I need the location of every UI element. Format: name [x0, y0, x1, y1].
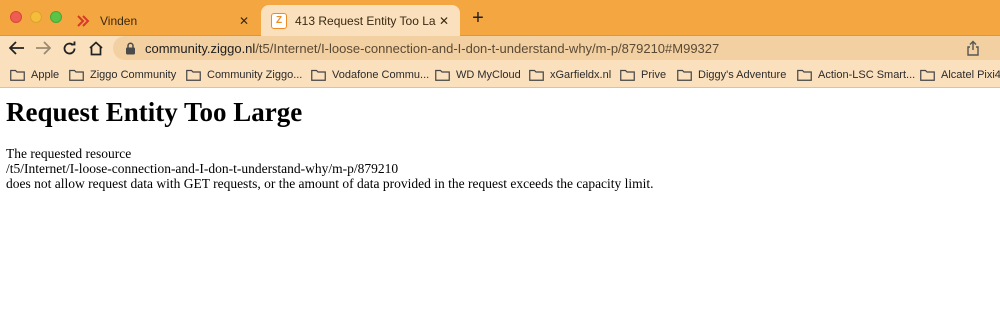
bookmark-label: Vodafone Commu...	[332, 69, 430, 81]
folder-icon	[435, 69, 450, 81]
tab-strip: Vinden ✕ Z 413 Request Entity Too Large …	[0, 0, 1000, 36]
bookmark-ziggo-community[interactable]: Ziggo Community	[69, 66, 176, 84]
toolbar: community.ziggo.nl/t5/Internet/I-loose-c…	[0, 36, 1000, 62]
ziggo-z-icon: Z	[271, 12, 287, 29]
bookmark-prive[interactable]: Prive	[620, 66, 666, 84]
bookmark-label: Prive	[641, 69, 667, 81]
bookmark-community-ziggo[interactable]: Community Ziggo...	[186, 66, 302, 84]
reload-icon[interactable]	[58, 37, 80, 59]
bookmark-xgarfieldx[interactable]: xGarfieldx.nl	[529, 66, 611, 84]
bookmark-label: Action-LSC Smart...	[818, 69, 916, 81]
error-message: The requested resource /t5/Internet/I-lo…	[6, 146, 996, 191]
close-icon[interactable]: ✕	[436, 13, 452, 29]
folder-icon	[529, 69, 544, 81]
url-domain: community.ziggo.nl	[145, 40, 256, 56]
error-resource-path: /t5/Internet/I-loose-connection-and-I-do…	[6, 161, 399, 176]
window-maximize-button[interactable]	[50, 11, 62, 23]
folder-icon	[620, 69, 635, 81]
bookmark-wd-mycloud[interactable]: WD MyCloud	[435, 66, 521, 84]
bookmark-label: Ziggo Community	[90, 69, 177, 81]
address-bar[interactable]: community.ziggo.nl/t5/Internet/I-loose-c…	[113, 36, 1000, 60]
bookmark-apple[interactable]: Apple	[10, 66, 59, 84]
window-minimize-button[interactable]	[30, 11, 42, 23]
folder-icon	[797, 69, 812, 81]
bookmark-label: Alcatel Pixi4	[941, 69, 1000, 81]
bookmark-label: Community Ziggo...	[207, 69, 303, 81]
new-tab-plus-icon[interactable]: +	[468, 8, 488, 28]
bookmark-label: Apple	[31, 69, 60, 81]
folder-icon	[677, 69, 692, 81]
bookmark-action-lsc-smart[interactable]: Action-LSC Smart...	[797, 66, 915, 84]
error-line-3: does not allow request data with GET req…	[6, 176, 654, 191]
home-icon[interactable]	[85, 37, 107, 59]
tab-413-error[interactable]: Z 413 Request Entity Too Large ✕	[261, 5, 460, 36]
folder-icon	[311, 69, 326, 81]
share-icon[interactable]	[966, 40, 982, 56]
page-title: Request Entity Too Large	[6, 97, 303, 127]
close-icon[interactable]: ✕	[236, 13, 252, 29]
bookmark-diggys-adventure[interactable]: Diggy's Adventure	[677, 66, 786, 84]
window-close-button[interactable]	[10, 11, 22, 23]
tab-title: 413 Request Entity Too Large	[295, 13, 436, 28]
bookmark-vodafone-community[interactable]: Vodafone Commu...	[311, 66, 429, 84]
bookmark-label: WD MyCloud	[456, 69, 521, 81]
folder-icon	[920, 69, 935, 81]
bookmark-label: Diggy's Adventure	[698, 69, 787, 81]
bookmark-alcatel-pixi4[interactable]: Alcatel Pixi4	[920, 66, 1000, 84]
page-content: Request Entity Too Large The requested r…	[6, 96, 996, 191]
url-path: /t5/Internet/I-loose-connection-and-I-do…	[255, 40, 720, 56]
tab-vinden[interactable]: Vinden ✕	[68, 5, 260, 36]
vinden-arrow-icon	[76, 13, 92, 29]
error-line-1: The requested resource	[6, 146, 132, 161]
back-arrow-icon[interactable]	[6, 37, 28, 59]
folder-icon	[69, 69, 84, 81]
forward-arrow-icon[interactable]	[32, 37, 54, 59]
url-text: community.ziggo.nl/t5/Internet/I-loose-c…	[145, 41, 719, 56]
tab-title: Vinden	[100, 13, 138, 28]
folder-icon	[186, 69, 201, 81]
bookmark-label: xGarfieldx.nl	[550, 69, 612, 81]
folder-icon	[10, 69, 25, 81]
lock-icon	[125, 41, 137, 55]
bookmarks-bar: Apple Ziggo Community Community Ziggo...…	[0, 62, 1000, 88]
